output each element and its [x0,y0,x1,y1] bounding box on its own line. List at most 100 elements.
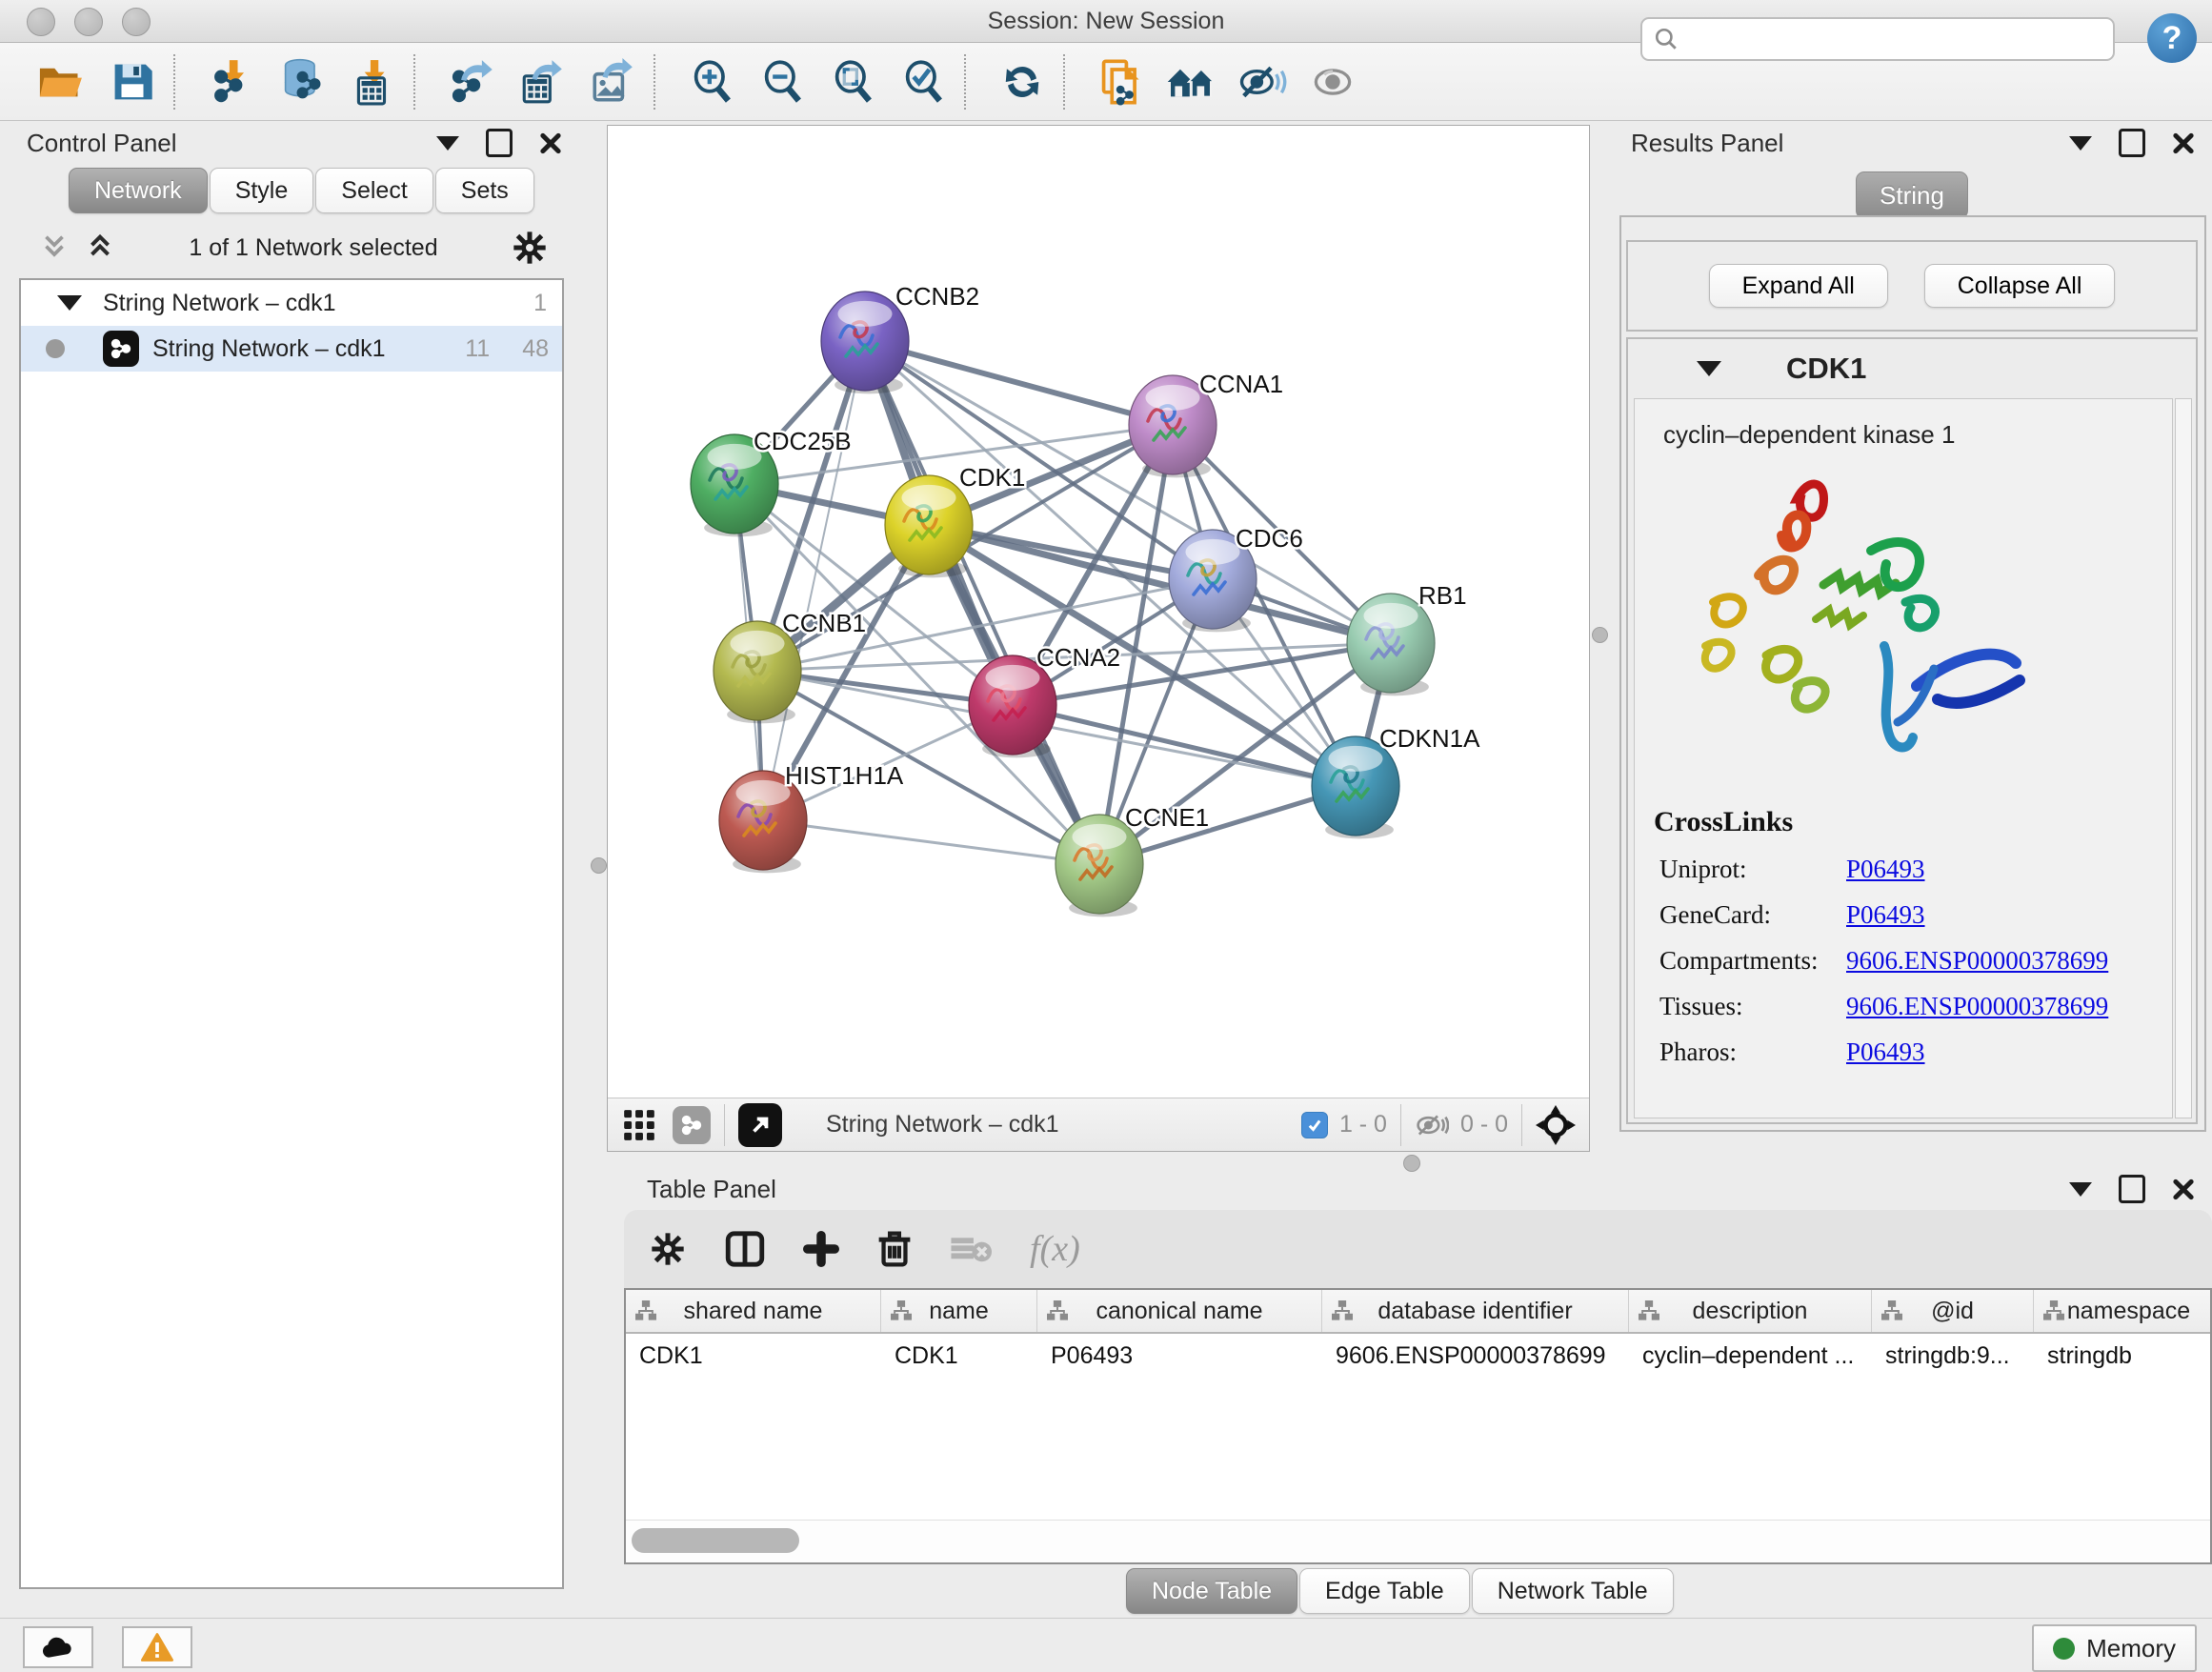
crosslink-value[interactable]: P06493 [1846,855,1925,884]
column-header-shared-name[interactable]: shared name [626,1290,881,1332]
network-canvas[interactable]: CCNB2CCNA1CDC25BCDK1CDC6RB1CCNB1CCNA2CDK… [607,125,1590,1152]
open-in-window-icon[interactable] [738,1103,782,1147]
home-button[interactable] [1156,52,1227,111]
network-row-selected[interactable]: String Network – cdk1 11 48 [21,326,562,372]
network-options-gear-icon[interactable] [511,229,549,267]
column-header-canonical-name[interactable]: canonical name [1037,1290,1322,1332]
network-share-icon[interactable] [673,1106,711,1144]
results-scrollbar[interactable] [2175,398,2192,1118]
cloud-status-button[interactable] [23,1626,93,1668]
right-splitter-grip[interactable] [1592,627,1608,643]
column-header-description[interactable]: description [1629,1290,1872,1332]
node-CCNA1[interactable]: CCNA1 [1129,370,1283,477]
export-table-button[interactable] [507,52,577,111]
zoom-selected-button[interactable] [888,52,958,111]
fit-selected-crosshair-icon[interactable] [1536,1105,1576,1145]
show-all-button[interactable] [1297,52,1368,111]
tab-network-table[interactable]: Network Table [1472,1568,1674,1614]
cell[interactable]: 9606.ENSP00000378699 [1322,1342,1629,1370]
warnings-button[interactable] [122,1626,192,1668]
import-database-button[interactable] [267,52,337,111]
panel-maximize-icon[interactable] [486,129,513,157]
panel-close-icon[interactable] [2172,1178,2195,1200]
tab-edge-table[interactable]: Edge Table [1299,1568,1470,1614]
panel-float-icon[interactable] [2069,1182,2092,1197]
tree-expander-icon[interactable] [57,295,82,311]
save-session-button[interactable] [97,52,168,111]
column-header-name[interactable]: name [881,1290,1037,1332]
clone-network-button[interactable] [1086,52,1156,111]
tab-sets[interactable]: Sets [435,168,534,213]
cell[interactable]: stringdb [2034,1342,2212,1370]
zoom-out-button[interactable] [747,52,817,111]
panel-float-icon[interactable] [436,136,459,151]
tab-style[interactable]: Style [210,168,314,213]
node-HIST1H1A[interactable]: HIST1H1A [719,761,904,873]
expand-all-button[interactable]: Expand All [1709,264,1888,308]
left-splitter-grip[interactable] [591,857,607,874]
node-CCNB2[interactable]: CCNB2 [821,282,979,393]
memory-button[interactable]: Memory [2032,1624,2197,1672]
column-header--id[interactable]: @id [1872,1290,2034,1332]
collapse-all-chevrons-icon[interactable] [84,232,116,264]
tab-network[interactable]: Network [69,168,208,213]
network-collection-row[interactable]: String Network – cdk1 1 [21,280,562,326]
edge-HIST1H1A-CCNE1[interactable] [763,820,1099,864]
table-row[interactable]: CDK1CDK1P064939606.ENSP00000378699cyclin… [626,1334,2210,1378]
panel-close-icon[interactable] [539,131,562,154]
section-collapse-icon[interactable] [1697,361,1721,376]
import-network-button[interactable] [196,52,267,111]
table-options-gear-icon[interactable] [649,1230,687,1268]
node-label: CDC6 [1236,524,1303,553]
panel-maximize-icon[interactable] [2119,1175,2145,1203]
node-CDK1[interactable]: CDK1 [885,463,1025,577]
network-graph[interactable]: CCNB2CCNA1CDC25BCDK1CDC6RB1CCNB1CCNA2CDK… [608,126,1589,1098]
column-header-database-identifier[interactable]: database identifier [1322,1290,1629,1332]
zoom-fit-button[interactable] [817,52,888,111]
expand-all-chevrons-icon[interactable] [38,232,70,264]
delete-columns-trash-icon[interactable] [877,1230,912,1268]
panel-close-icon[interactable] [2172,131,2195,154]
crosslink-value[interactable]: 9606.ENSP00000378699 [1846,946,2108,976]
selected-checkbox-icon[interactable] [1301,1112,1328,1138]
cell[interactable]: P06493 [1037,1342,1322,1370]
show-columns-icon[interactable] [725,1230,765,1268]
hscrollbar-thumb[interactable] [632,1528,799,1553]
hide-selected-icon [1237,60,1287,104]
hide-selected-button[interactable] [1227,52,1297,111]
import-table-button[interactable] [337,52,408,111]
cell[interactable]: CDK1 [626,1342,881,1370]
panel-maximize-icon[interactable] [2119,129,2145,157]
node-RB1[interactable]: RB1 [1347,581,1467,695]
cell[interactable]: cyclin–dependent ... [1629,1342,1872,1370]
export-network-button[interactable] [436,52,507,111]
search-box[interactable] [1640,17,2115,61]
cell[interactable]: CDK1 [881,1342,1037,1370]
refresh-button[interactable] [987,52,1057,111]
collapse-all-button[interactable]: Collapse All [1924,264,2116,308]
search-input[interactable] [1688,25,2101,53]
tab-select[interactable]: Select [315,168,432,213]
zoom-in-button[interactable] [676,52,747,111]
table-hscrollbar[interactable] [626,1520,2210,1562]
node-table[interactable]: shared namenamecanonical namedatabase id… [624,1288,2212,1564]
export-image-button[interactable] [577,52,648,111]
tab-string[interactable]: String [1856,171,1968,219]
crosslink-value[interactable]: 9606.ENSP00000378699 [1846,992,2108,1021]
cell[interactable]: stringdb:9... [1872,1342,2034,1370]
node-CDKN1A[interactable]: CDKN1A [1312,724,1480,838]
crosslink-value[interactable]: P06493 [1846,1037,1925,1067]
open-session-button[interactable] [27,52,97,111]
function-builder-icon: f(x) [1030,1228,1080,1270]
tab-node-table[interactable]: Node Table [1126,1568,1297,1614]
crosslink-value[interactable]: P06493 [1846,900,1925,930]
birds-eye-grid-icon[interactable] [621,1107,657,1143]
help-button[interactable]: ? [2147,13,2197,63]
node-CCNE1[interactable]: CCNE1 [1056,803,1209,917]
create-column-plus-icon[interactable] [803,1231,839,1267]
edge-CCNA2-CDKN1A[interactable] [1013,705,1356,786]
column-header-namespace[interactable]: namespace [2034,1290,2212,1332]
panel-float-icon[interactable] [2069,136,2092,151]
edge-CCNB2-HIST1H1A[interactable] [763,341,865,820]
import-network-icon [208,58,255,106]
